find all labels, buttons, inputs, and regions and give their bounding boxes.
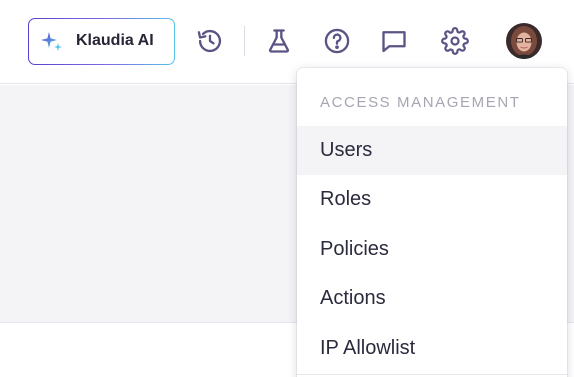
menu-section-title: ACCESS MANAGEMENT [320, 94, 521, 111]
klaudia-ai-button[interactable]: Klaudia AI [28, 18, 175, 65]
menu-divider [297, 374, 567, 375]
menu-item-ip-allowlist[interactable]: IP Allowlist [297, 324, 567, 373]
avatar-image [506, 23, 542, 59]
toolbar-divider [244, 26, 245, 56]
flask-icon [268, 29, 290, 53]
gear-icon [441, 27, 469, 55]
menu-item-policies[interactable]: Policies [297, 225, 567, 274]
menu-item-actions[interactable]: Actions [297, 274, 567, 323]
klaudia-ai-label: Klaudia AI [76, 32, 154, 49]
sparkle-icon [41, 32, 62, 51]
user-avatar[interactable] [506, 23, 542, 59]
feedback-button[interactable] [379, 26, 409, 56]
chat-icon [382, 31, 406, 53]
help-icon [324, 28, 350, 54]
help-button[interactable] [322, 26, 352, 56]
settings-button[interactable] [440, 26, 470, 56]
menu-item-users[interactable]: Users [297, 126, 567, 175]
history-icon [197, 29, 222, 53]
settings-dropdown-menu: ACCESS MANAGEMENT Users Roles Policies A… [297, 68, 567, 377]
menu-item-roles[interactable]: Roles [297, 175, 567, 224]
labs-button[interactable] [264, 26, 294, 56]
history-button[interactable] [195, 26, 225, 56]
